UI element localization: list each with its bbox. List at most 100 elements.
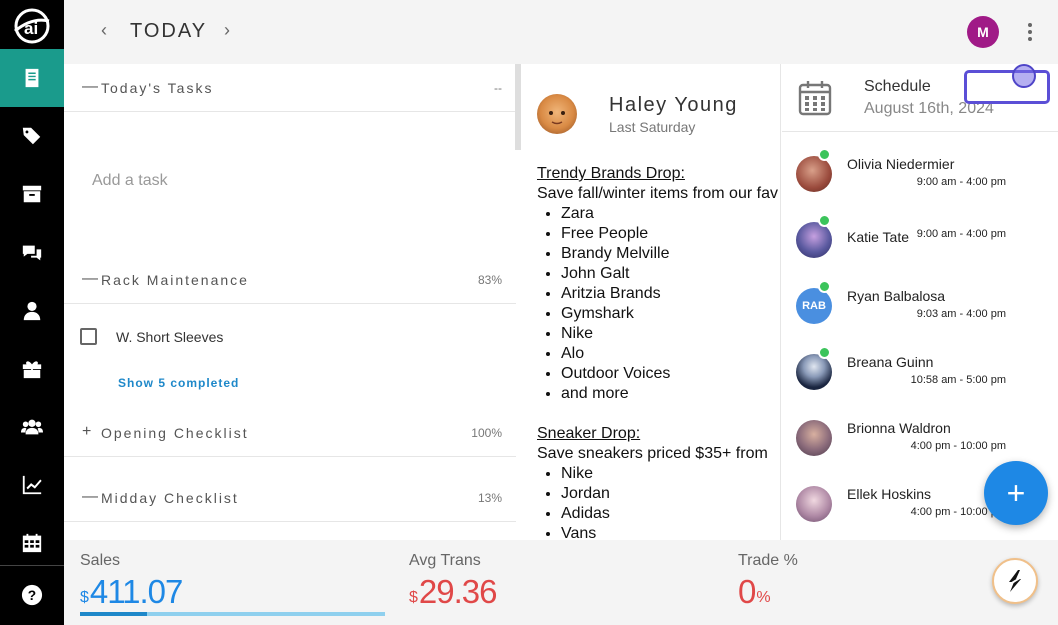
- sidebar-item-profile[interactable]: [0, 282, 64, 340]
- tags-icon: [22, 127, 41, 145]
- section-progress: 100%: [471, 426, 502, 440]
- employee-avatar: RAB: [796, 288, 832, 324]
- plus-icon: +: [1006, 475, 1026, 511]
- app-root: ai ? ‹ TODAY › M — Today's Tasks -- Add …: [0, 0, 1058, 625]
- metric-value: $ 29.36: [409, 572, 497, 612]
- employee-name: Ellek Hoskins: [847, 486, 932, 502]
- author-name: Haley Young: [609, 94, 738, 116]
- sidebar-item-tags[interactable]: [0, 107, 64, 165]
- list-item: and more: [561, 384, 780, 404]
- task-checkbox[interactable]: [80, 328, 97, 345]
- section-midday-checklist[interactable]: — Midday Checklist 13%: [64, 474, 516, 522]
- online-status-icon: [818, 214, 831, 227]
- sidebar-item-schedule[interactable]: [0, 514, 64, 572]
- employee-avatar: [796, 222, 832, 258]
- section-progress: 13%: [477, 491, 502, 505]
- sidebar-item-messages[interactable]: [0, 224, 64, 282]
- shift-row[interactable]: Katie Tate 9:00 am - 4:00 pm: [782, 212, 1058, 268]
- sidebar-item-rewards[interactable]: [0, 340, 64, 398]
- employee-name: Breana Guinn: [847, 354, 934, 370]
- expand-icon[interactable]: +: [82, 423, 91, 441]
- metric-sales[interactable]: Sales $ 411.07: [64, 540, 385, 625]
- sidebar-item-today[interactable]: [0, 49, 64, 107]
- calendar-grid-icon: [22, 533, 42, 553]
- list-item: John Galt: [561, 264, 780, 284]
- calendar-icon[interactable]: [798, 80, 832, 116]
- prev-day-button[interactable]: ‹: [94, 20, 114, 41]
- lightning-icon: [1006, 570, 1024, 592]
- section-progress: 83%: [477, 273, 502, 287]
- sales-progress-fill: [80, 612, 148, 616]
- shift-time: 4:00 pm - 10:00 pm: [910, 440, 1006, 452]
- sales-progress-bar: [80, 612, 385, 616]
- metric-label: Avg Trans: [409, 552, 481, 569]
- chat-icon: [22, 245, 42, 261]
- post-body: Trendy Brands Drop: Save fall/winter ite…: [537, 164, 780, 540]
- announcement-panel: Haley Young Last Saturday Trendy Brands …: [521, 64, 781, 540]
- post-text: Save sneakers priced $35+ from: [537, 445, 768, 462]
- quick-action-button[interactable]: [992, 558, 1038, 604]
- next-day-button[interactable]: ›: [217, 20, 237, 41]
- avg-trans-amount: 29.36: [418, 573, 498, 610]
- collapse-icon[interactable]: —: [82, 270, 98, 288]
- focus-highlight[interactable]: [964, 70, 1050, 104]
- task-label: W. Short Sleeves: [116, 329, 224, 345]
- shift-row[interactable]: Breana Guinn 10:58 am - 5:00 pm: [782, 344, 1058, 400]
- sidebar-item-help[interactable]: ?: [0, 565, 64, 623]
- collapse-icon[interactable]: —: [82, 488, 98, 506]
- more-menu-icon[interactable]: [1020, 22, 1040, 42]
- list-item: Zara: [561, 204, 780, 224]
- show-completed-link[interactable]: Show 5 completed: [118, 376, 239, 390]
- section-opening-checklist[interactable]: + Opening Checklist 100%: [64, 409, 516, 457]
- page-title: TODAY: [130, 20, 208, 42]
- employee-avatar: [796, 420, 832, 456]
- list-item: Gymshark: [561, 304, 780, 324]
- sidebar-item-archive[interactable]: [0, 165, 64, 223]
- book-icon: [25, 68, 39, 88]
- schedule-title: Schedule: [864, 78, 931, 95]
- user-avatar[interactable]: M: [967, 16, 999, 48]
- currency-symbol: $: [80, 589, 89, 606]
- help-icon: ?: [21, 584, 43, 605]
- gift-icon: [22, 361, 42, 379]
- post-heading: Trendy Brands Drop:: [537, 165, 685, 182]
- list-item: Aritzia Brands: [561, 284, 780, 304]
- section-progress: --: [494, 81, 502, 95]
- section-title: Rack Maintenance: [101, 272, 249, 288]
- shift-row[interactable]: Brionna Waldron 4:00 pm - 10:00 pm: [782, 410, 1058, 466]
- tasks-panel: — Today's Tasks -- Add a task — Rack Mai…: [64, 64, 516, 540]
- cursor-indicator: [1012, 64, 1036, 88]
- sidebar-item-reports[interactable]: [0, 456, 64, 514]
- sidebar-item-team[interactable]: [0, 398, 64, 456]
- metric-avg-trans[interactable]: Avg Trans $ 29.36: [393, 540, 713, 625]
- employee-name: Brionna Waldron: [847, 420, 951, 436]
- ai-logo-icon[interactable]: ai: [10, 6, 54, 46]
- section-title: Opening Checklist: [101, 425, 249, 441]
- shift-time: 9:00 am - 4:00 pm: [916, 228, 1006, 240]
- add-task-input[interactable]: Add a task: [92, 172, 168, 190]
- sales-amount: 411.07: [89, 573, 183, 610]
- list-item: Free People: [561, 224, 780, 244]
- currency-symbol: $: [409, 589, 418, 606]
- user-icon: [23, 301, 41, 321]
- post-date: Last Saturday: [609, 119, 696, 135]
- section-todays-tasks[interactable]: — Today's Tasks --: [64, 64, 516, 112]
- list-item: Vans: [561, 524, 780, 540]
- collapse-icon[interactable]: —: [82, 78, 98, 96]
- svg-text:ai: ai: [24, 19, 38, 38]
- trade-pct-amount: 0: [738, 573, 756, 610]
- metric-value: 0 %: [738, 572, 771, 612]
- author-avatar: [537, 94, 577, 134]
- shift-time: 9:00 am - 4:00 pm: [916, 176, 1006, 188]
- shift-row[interactable]: Olivia Niedermier 9:00 am - 4:00 pm: [782, 146, 1058, 202]
- add-fab-button[interactable]: +: [984, 461, 1048, 525]
- metric-label: Sales: [80, 552, 121, 569]
- employee-name: Katie Tate: [847, 229, 910, 245]
- list-item: Alo: [561, 344, 780, 364]
- shift-row[interactable]: RAB Ryan Balbalosa 9:03 am - 4:00 pm: [782, 278, 1058, 334]
- online-status-icon: [818, 148, 831, 161]
- employee-avatar: [796, 156, 832, 192]
- list-item: Brandy Melville: [561, 244, 780, 264]
- section-rack-maintenance[interactable]: — Rack Maintenance 83%: [64, 256, 516, 304]
- employee-avatar: [796, 354, 832, 390]
